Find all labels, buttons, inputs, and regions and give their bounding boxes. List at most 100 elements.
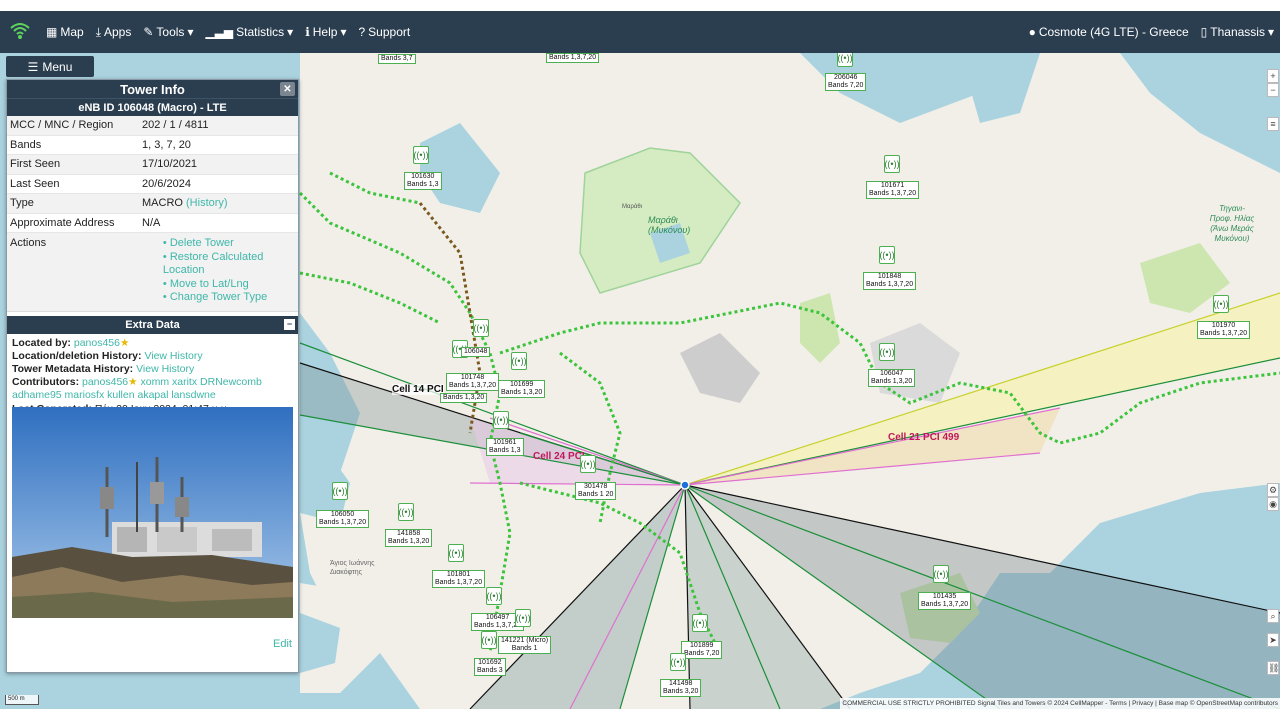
tower-icon[interactable]: ((•)) <box>933 565 949 583</box>
nav-help[interactable]: ℹ Help ▾ <box>299 11 352 53</box>
tower-bands: Bands 1,3 <box>489 447 521 454</box>
locate-button[interactable]: ➤ <box>1267 633 1279 647</box>
signal-bars-icon: ▁▃▅ <box>205 25 234 39</box>
cell-label-21[interactable]: Cell 21 PCI 499 <box>888 432 959 443</box>
tower-icon[interactable]: ((•)) <box>493 411 509 429</box>
tower-icon[interactable]: ((•)) <box>473 319 489 337</box>
settings-button[interactable]: ⚙ <box>1267 483 1279 497</box>
tower-icon[interactable]: ((•)) <box>413 146 429 164</box>
tower-bands: Bands 3 <box>477 667 503 674</box>
info-row-type: Type MACRO (History) <box>7 194 298 214</box>
tower-label[interactable]: Bands 3,7 <box>378 54 416 64</box>
tower-label[interactable]: 106047 Bands 1,3,20 <box>868 369 916 387</box>
tower-bands: Bands 1,3,20 <box>871 378 913 385</box>
info-icon: ℹ <box>305 25 310 39</box>
extra-data-title: Extra Data <box>125 318 180 331</box>
tower-icon[interactable]: ((•)) <box>884 155 900 173</box>
panel-title: Tower Info <box>120 81 185 97</box>
info-value: 20/6/2024 <box>142 177 191 190</box>
tower-label[interactable]: 101630 Bands 1,3 <box>404 172 442 190</box>
tower-bands: Bands 3,7 <box>381 55 413 62</box>
located-by-user[interactable]: panos456 <box>74 337 120 349</box>
nav-tools[interactable]: ✎ Tools ▾ <box>137 11 199 53</box>
tower-label[interactable]: 101692 Bands 3 <box>474 658 506 676</box>
tower-label[interactable]: Bands 1,3,7,20 <box>546 53 600 63</box>
cellmapper-logo[interactable] <box>0 11 40 53</box>
nav-support[interactable]: ? Support <box>352 11 416 53</box>
tower-bands: Bands 1 <box>511 645 538 652</box>
location-history-link[interactable]: View History <box>144 350 202 362</box>
tower-icon[interactable]: ((•)) <box>837 53 853 67</box>
nav-apps[interactable]: ⤓ Apps <box>90 11 138 53</box>
tower-icon[interactable]: ((•)) <box>398 503 414 521</box>
tower-icon[interactable]: ((•)) <box>481 631 497 649</box>
toggle-button[interactable]: ◉ <box>1267 497 1279 511</box>
collapse-icon[interactable]: − <box>284 318 295 330</box>
type-history-link[interactable]: (History) <box>186 197 228 209</box>
action-delete-tower[interactable]: Delete Tower <box>163 237 298 251</box>
nav-statistics[interactable]: ▁▃▅ Statistics ▾ <box>199 11 299 53</box>
tower-icon[interactable]: ((•)) <box>1213 295 1229 313</box>
tower-icon[interactable]: ((•)) <box>486 587 502 605</box>
menu-button[interactable]: ☰ Menu <box>6 56 94 77</box>
tower-icon[interactable]: ((•)) <box>670 653 686 671</box>
tower-label[interactable]: 101435 Bands 1,3,7,20 <box>918 592 972 610</box>
tower-icon[interactable]: ((•)) <box>332 482 348 500</box>
tower-label[interactable]: 101801 Bands 1,3,7,20 <box>432 570 486 588</box>
close-icon[interactable]: ✕ <box>280 82 295 96</box>
tower-label[interactable]: 101961 Bands 1,3 <box>486 438 524 456</box>
tower-bands: Bands 3,20 <box>663 688 699 695</box>
tower-label[interactable]: 141498 Bands 3,20 <box>660 679 702 697</box>
user-menu[interactable]: ▯ Thanassis ▾ <box>1195 11 1280 53</box>
tower-icon[interactable]: ((•)) <box>448 544 464 562</box>
action-restore-location[interactable]: Restore Calculated Location <box>163 251 298 278</box>
info-key: First Seen <box>10 158 61 171</box>
action-move-to-latlng[interactable]: Move to Lat/Lng <box>163 278 298 292</box>
layers-button[interactable]: ≡ <box>1267 117 1279 131</box>
search-map-button[interactable]: ⌕ <box>1267 609 1279 623</box>
tower-label[interactable]: 141858 Bands 1,3,20 <box>385 529 433 547</box>
actions-list: Delete Tower Restore Calculated Location… <box>133 237 298 305</box>
edit-link[interactable]: Edit <box>273 638 292 650</box>
tower-id: 106050 <box>330 511 355 518</box>
tower-icon[interactable]: ((•)) <box>515 609 531 627</box>
tower-photo[interactable] <box>12 407 293 618</box>
link-button[interactable]: ⛓ <box>1267 661 1279 675</box>
tower-bands: Bands 1,3,7,20 <box>449 382 497 389</box>
nav-map[interactable]: ▦ Map <box>40 11 90 53</box>
zoom-out-button[interactable]: − <box>1267 83 1279 97</box>
info-row-address: Approximate Address N/A <box>7 214 298 233</box>
tower-label[interactable]: Bands 1,3,20 <box>440 393 488 403</box>
cell-label-14[interactable]: Cell 14 PCI <box>392 384 444 395</box>
metadata-history-label: Tower Metadata History: <box>12 362 134 375</box>
tower-bands: Bands 1,3,7,20 <box>435 579 483 586</box>
tower-label[interactable]: 141221 (Micro) Bands 1 <box>498 636 552 654</box>
tower-label[interactable]: 101699 Bands 1,3,20 <box>498 380 546 398</box>
tower-label[interactable]: 101671 Bands 1,3,7,20 <box>866 181 920 199</box>
tower-icon[interactable]: ((•)) <box>511 352 527 370</box>
tower-id: 106047 <box>879 370 904 377</box>
map-attribution[interactable]: COMMERCIAL USE STRICTLY PROHIBITED Signa… <box>840 698 1280 709</box>
zoom-in-button[interactable]: + <box>1267 69 1279 83</box>
tower-label[interactable]: 101899 Bands 7,20 <box>681 641 723 659</box>
tower-label[interactable]: 101848 Bands 1,3,7,20 <box>863 272 917 290</box>
tower-icon[interactable]: ((•)) <box>879 246 895 264</box>
metadata-history-link[interactable]: View History <box>136 363 194 375</box>
top-strip <box>0 0 1280 11</box>
cell-label-24[interactable]: Cell 24 PCI <box>533 451 585 462</box>
network-selector[interactable]: ● Cosmote (4G LTE) - Greece <box>1023 11 1195 53</box>
tower-info-panel: Tower Info ✕ eNB ID 106048 (Macro) - LTE… <box>6 79 299 673</box>
tower-label[interactable]: 101748 Bands 1,3,7,20 <box>446 373 500 391</box>
tower-label[interactable]: 106050 Bands 1,3,7,20 <box>316 510 370 528</box>
panel-header: Tower Info ✕ <box>7 80 298 98</box>
tower-icon[interactable]: ((•)) <box>580 455 596 473</box>
action-change-tower-type[interactable]: Change Tower Type <box>163 291 298 305</box>
tower-label[interactable]: 101970 Bands 1,3,7,20 <box>1197 321 1251 339</box>
tower-label[interactable]: 206046 Bands 7,20 <box>825 73 867 91</box>
tower-label[interactable]: 301478 Bands 1 20 <box>575 482 617 500</box>
hamburger-icon: ☰ <box>27 59 39 74</box>
tower-icon[interactable]: ((•)) <box>879 343 895 361</box>
tower-label[interactable]: 106048 <box>461 347 491 357</box>
tower-icon[interactable]: ((•)) <box>692 614 708 632</box>
contributor-first[interactable]: panos456 <box>82 376 128 388</box>
